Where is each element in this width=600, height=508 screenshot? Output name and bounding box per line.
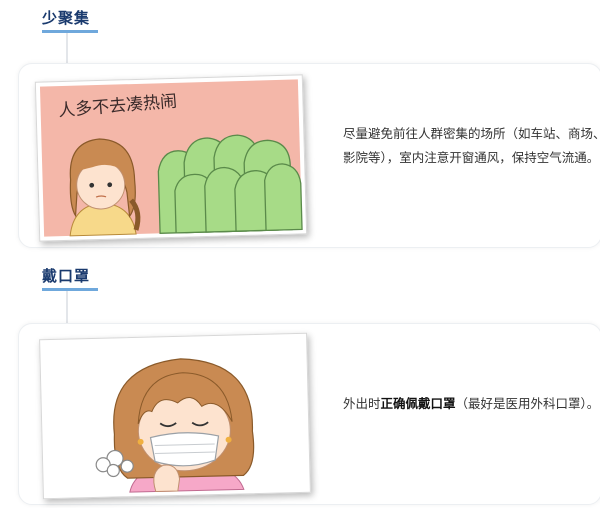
tip-text-avoid-crowds: 尽量避免前往人群密集的场所（如车站、商场、影院等），室内注意开窗通风，保持空气流… [343,126,600,165]
tip-text-part: 外出时 [343,396,381,411]
tip-text-part: （最好是医用外科口罩）。 [455,396,600,411]
tip-text-emphasis: 正确佩戴口罩 [380,396,456,411]
timeline-connector [66,33,68,63]
heading-underline [42,288,98,291]
tip-text-wear-mask: 外出时正确佩戴口罩（最好是医用外科口罩）。 [343,392,600,416]
illustration-wear-mask [39,332,311,500]
heading-underline [42,30,98,33]
illustration-avoid-crowds: 人多不去凑热闹 [34,74,308,242]
section-heading-mask: 戴口罩 [42,267,91,285]
timeline-connector [66,291,68,323]
tip-card-wear-mask: 外出时正确佩戴口罩（最好是医用外科口罩）。 [18,323,600,505]
girl-figure [69,138,141,237]
section-heading-crowds: 少聚集 [42,9,91,27]
tip-card-avoid-crowds: 人多不去凑热闹 尽量避免前往人群密集的场所（如车站、商场、影院等），室内注意开窗… [18,63,600,248]
